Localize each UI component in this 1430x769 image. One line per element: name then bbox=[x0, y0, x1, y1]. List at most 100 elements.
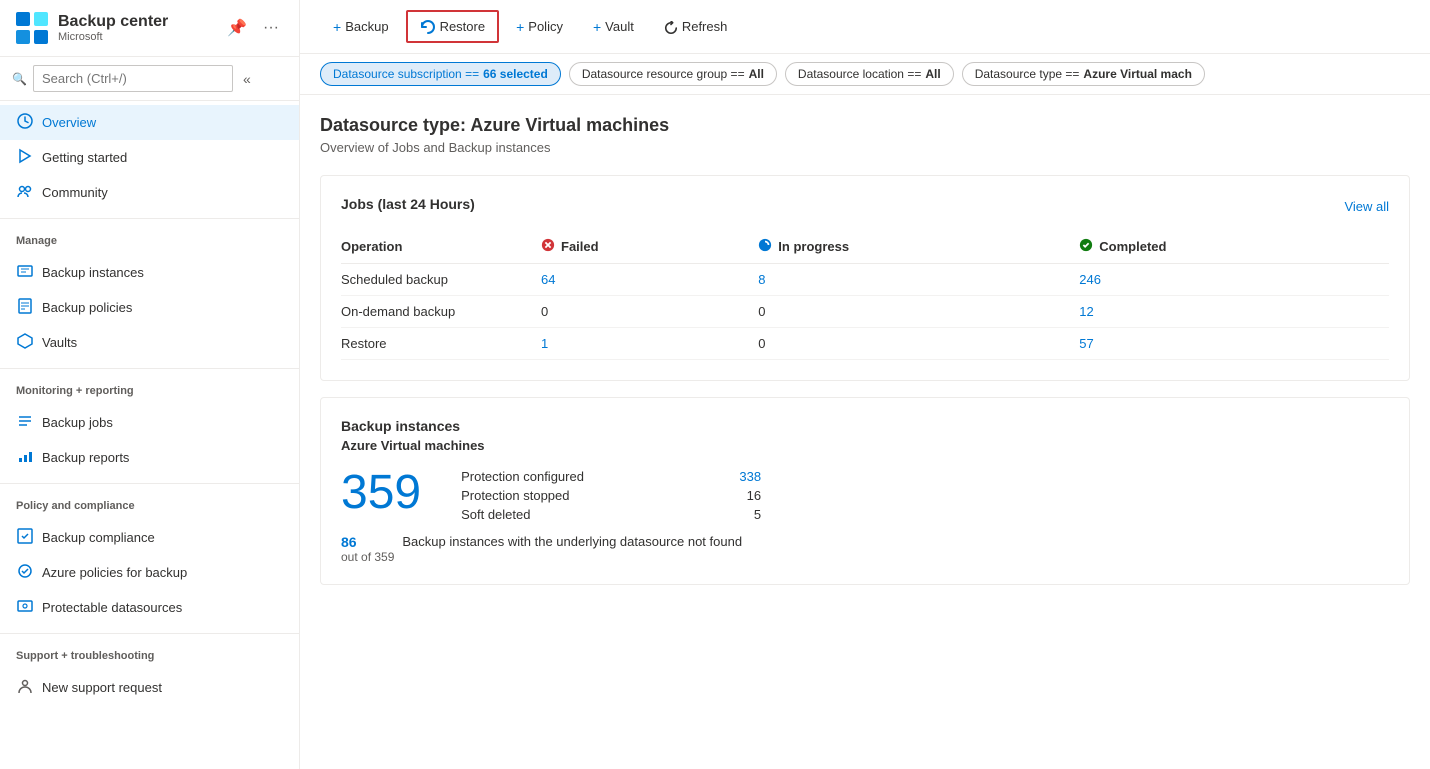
filter-subscription[interactable]: Datasource subscription == 66 selected bbox=[320, 62, 561, 86]
detail-value[interactable]: 338 bbox=[739, 469, 761, 484]
sidebar-item-backup-policies[interactable]: Backup policies bbox=[0, 290, 299, 325]
azure-policies-icon bbox=[16, 563, 34, 582]
job-operation-cell: On-demand backup bbox=[341, 296, 541, 328]
table-row: Restore 1 0 57 bbox=[341, 328, 1389, 360]
job-completed-cell[interactable]: 57 bbox=[1079, 328, 1389, 360]
backup-jobs-icon bbox=[16, 413, 34, 432]
job-failed-cell: 0 bbox=[541, 296, 758, 328]
filter-type-label: Datasource type == bbox=[975, 67, 1080, 81]
sidebar-header: Backup center Microsoft 📌 ··· bbox=[0, 0, 299, 57]
content-area: Datasource type: Azure Virtual machines … bbox=[300, 95, 1430, 769]
sidebar-search-area: 🔍 « bbox=[0, 57, 299, 101]
sidebar-item-getting-started[interactable]: Getting started bbox=[0, 140, 299, 175]
instances-layout: 359 Protection configured 338 Protection… bbox=[341, 469, 1389, 522]
view-all-link[interactable]: View all bbox=[1344, 199, 1389, 214]
sidebar-item-getting-started-label: Getting started bbox=[42, 150, 127, 165]
vault-button-label: Vault bbox=[605, 19, 634, 34]
sidebar-item-backup-compliance[interactable]: Backup compliance bbox=[0, 520, 299, 555]
sidebar-item-vaults-label: Vaults bbox=[42, 335, 77, 350]
completed-icon bbox=[1079, 238, 1093, 255]
filter-location-value: All bbox=[925, 67, 940, 81]
sidebar-item-protectable-datasources-label: Protectable datasources bbox=[42, 600, 182, 615]
job-completed-cell[interactable]: 246 bbox=[1079, 264, 1389, 296]
filter-type[interactable]: Datasource type == Azure Virtual mach bbox=[962, 62, 1205, 86]
table-row: Scheduled backup 64 8 246 bbox=[341, 264, 1389, 296]
backup-reports-icon bbox=[16, 448, 34, 467]
job-in-progress-cell: 0 bbox=[758, 328, 1079, 360]
jobs-card: Jobs (last 24 Hours) View all Operation … bbox=[320, 175, 1410, 381]
sidebar: Backup center Microsoft 📌 ··· 🔍 « Overvi… bbox=[0, 0, 300, 769]
pin-button[interactable]: 📌 bbox=[223, 16, 251, 40]
footer-sub: out of 359 bbox=[341, 550, 394, 564]
section-label-monitoring: Monitoring + reporting bbox=[0, 373, 299, 401]
collapse-sidebar-button[interactable]: « bbox=[239, 67, 255, 91]
search-icon: 🔍 bbox=[12, 72, 27, 86]
overview-icon bbox=[16, 113, 34, 132]
backup-instances-card: Backup instances Azure Virtual machines … bbox=[320, 397, 1410, 585]
col-completed-label: Completed bbox=[1099, 239, 1166, 254]
filter-location[interactable]: Datasource location == All bbox=[785, 62, 954, 86]
app-subtitle: Microsoft bbox=[58, 31, 223, 43]
filter-resource-group-label: Datasource resource group == bbox=[582, 67, 745, 81]
backup-button-label: Backup bbox=[345, 19, 388, 34]
refresh-button-label: Refresh bbox=[682, 19, 728, 34]
job-failed-cell[interactable]: 1 bbox=[541, 328, 758, 360]
col-failed: Failed bbox=[541, 232, 758, 264]
backup-policies-icon bbox=[16, 298, 34, 317]
col-operation: Operation bbox=[341, 232, 541, 264]
sidebar-item-community[interactable]: Community bbox=[0, 175, 299, 210]
sidebar-item-overview[interactable]: Overview bbox=[0, 105, 299, 140]
main-content: + Backup Restore + Policy + Vault bbox=[300, 0, 1430, 769]
filter-subscription-value: 66 selected bbox=[483, 67, 548, 81]
restore-button[interactable]: Restore bbox=[406, 10, 500, 43]
page-title: Datasource type: Azure Virtual machines bbox=[320, 115, 1410, 136]
backup-compliance-icon bbox=[16, 528, 34, 547]
sidebar-item-azure-policies[interactable]: Azure policies for backup bbox=[0, 555, 299, 590]
filters-bar: Datasource subscription == 66 selected D… bbox=[300, 54, 1430, 95]
sidebar-item-backup-instances-label: Backup instances bbox=[42, 265, 144, 280]
footer-count[interactable]: 86 bbox=[341, 534, 394, 550]
backup-button[interactable]: + Backup bbox=[320, 12, 402, 42]
sidebar-item-backup-jobs[interactable]: Backup jobs bbox=[0, 405, 299, 440]
toolbar: + Backup Restore + Policy + Vault bbox=[300, 0, 1430, 54]
refresh-button[interactable]: Refresh bbox=[651, 12, 741, 42]
refresh-icon bbox=[664, 19, 678, 35]
app-logo bbox=[16, 12, 48, 44]
col-in-progress: In progress bbox=[758, 232, 1079, 264]
vault-button[interactable]: + Vault bbox=[580, 12, 647, 42]
job-in-progress-cell: 0 bbox=[758, 296, 1079, 328]
in-progress-icon bbox=[758, 238, 772, 255]
community-icon bbox=[16, 183, 34, 202]
sidebar-item-vaults[interactable]: Vaults bbox=[0, 325, 299, 360]
sidebar-item-backup-reports[interactable]: Backup reports bbox=[0, 440, 299, 475]
col-completed: Completed bbox=[1079, 232, 1389, 264]
filter-type-value: Azure Virtual mach bbox=[1083, 67, 1191, 81]
jobs-table: Operation Failed bbox=[341, 232, 1389, 360]
sidebar-header-actions: 📌 ··· bbox=[223, 16, 283, 40]
search-input[interactable] bbox=[33, 65, 233, 92]
job-completed-cell[interactable]: 12 bbox=[1079, 296, 1389, 328]
backup-instances-icon bbox=[16, 263, 34, 282]
sidebar-item-backup-instances[interactable]: Backup instances bbox=[0, 255, 299, 290]
sidebar-item-azure-policies-label: Azure policies for backup bbox=[42, 565, 187, 580]
sidebar-item-backup-reports-label: Backup reports bbox=[42, 450, 129, 465]
policy-button[interactable]: + Policy bbox=[503, 12, 576, 42]
nav-section-monitoring: Backup jobs Backup reports bbox=[0, 401, 299, 479]
vault-plus-icon: + bbox=[593, 19, 601, 35]
sidebar-item-backup-compliance-label: Backup compliance bbox=[42, 530, 155, 545]
sidebar-item-protectable-datasources[interactable]: Protectable datasources bbox=[0, 590, 299, 625]
filter-resource-group[interactable]: Datasource resource group == All bbox=[569, 62, 777, 86]
restore-button-label: Restore bbox=[440, 19, 486, 34]
policy-button-label: Policy bbox=[528, 19, 563, 34]
nav-section-main: Overview Getting started Community bbox=[0, 101, 299, 214]
sidebar-item-backup-policies-label: Backup policies bbox=[42, 300, 132, 315]
col-in-progress-label: In progress bbox=[778, 239, 849, 254]
job-operation-cell: Restore bbox=[341, 328, 541, 360]
sidebar-item-new-support-request[interactable]: New support request bbox=[0, 670, 299, 705]
protectable-datasources-icon bbox=[16, 598, 34, 617]
col-failed-label: Failed bbox=[561, 239, 599, 254]
instances-total-count[interactable]: 359 bbox=[341, 469, 421, 517]
job-failed-cell[interactable]: 64 bbox=[541, 264, 758, 296]
job-in-progress-cell[interactable]: 8 bbox=[758, 264, 1079, 296]
more-button[interactable]: ··· bbox=[259, 17, 283, 39]
